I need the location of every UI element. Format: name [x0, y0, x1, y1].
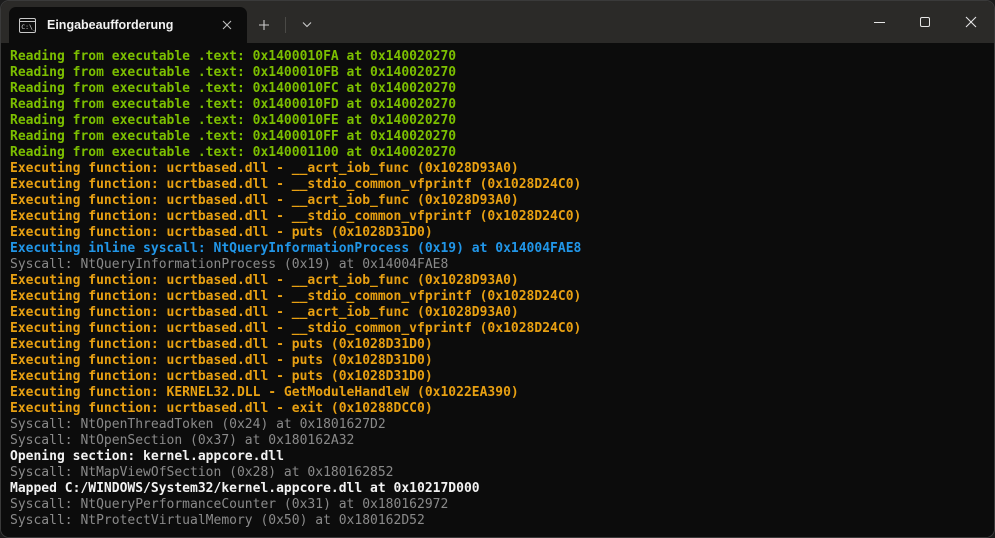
terminal-line: Syscall: NtOpenThreadToken (0x24) at 0x1…	[10, 417, 988, 433]
terminal-line: Executing function: ucrtbased.dll - __ac…	[10, 193, 988, 209]
terminal-line: Executing function: ucrtbased.dll - __st…	[10, 177, 988, 193]
terminal-line: Executing function: ucrtbased.dll - __st…	[10, 209, 988, 225]
minimize-button[interactable]	[856, 1, 902, 43]
terminal-line: Reading from executable .text: 0x1400011…	[10, 145, 988, 161]
terminal-line: Reading from executable .text: 0x1400010…	[10, 49, 988, 65]
terminal-line: Syscall: NtProtectVirtualMemory (0x50) a…	[10, 513, 988, 529]
terminal-line: Reading from executable .text: 0x1400010…	[10, 97, 988, 113]
terminal-line: Executing function: ucrtbased.dll - puts…	[10, 225, 988, 241]
terminal-output[interactable]: Reading from executable .text: 0x1400010…	[1, 43, 994, 538]
maximize-icon	[920, 17, 930, 27]
minimize-icon	[874, 22, 885, 23]
new-tab-button[interactable]	[247, 7, 281, 43]
terminal-line: Executing function: ucrtbased.dll - __ac…	[10, 273, 988, 289]
tab-strip-divider	[285, 17, 286, 33]
titlebar-drag-region[interactable]	[324, 1, 856, 43]
tab-eingabeaufforderung[interactable]: C:\_ Eingabeaufforderung	[9, 7, 247, 43]
terminal-line: Syscall: NtMapViewOfSection (0x28) at 0x…	[10, 465, 988, 481]
terminal-line: Syscall: NtOpenSection (0x37) at 0x18016…	[10, 433, 988, 449]
cmd-icon-text: C:\_	[21, 23, 36, 31]
close-button[interactable]	[948, 1, 994, 43]
terminal-line: Executing function: ucrtbased.dll - __st…	[10, 321, 988, 337]
cmd-prompt-icon: C:\_	[19, 18, 36, 33]
chevron-down-icon	[301, 21, 313, 29]
caption-buttons	[856, 1, 994, 43]
terminal-line: Executing function: ucrtbased.dll - puts…	[10, 337, 988, 353]
terminal-line: Opening section: kernel.appcore.dll	[10, 449, 988, 465]
tab-close-button[interactable]	[215, 13, 239, 37]
terminal-line: Reading from executable .text: 0x1400010…	[10, 113, 988, 129]
terminal-line: Executing function: ucrtbased.dll - puts…	[10, 353, 988, 369]
titlebar[interactable]: C:\_ Eingabeaufforderung	[1, 1, 994, 43]
terminal-line: Executing function: ucrtbased.dll - exit…	[10, 401, 988, 417]
terminal-window: C:\_ Eingabeaufforderung	[0, 0, 995, 538]
terminal-line: Executing function: ucrtbased.dll - __ac…	[10, 305, 988, 321]
terminal-line: Executing function: ucrtbased.dll - puts…	[10, 369, 988, 385]
terminal-line: Mapped C:/WINDOWS/System32/kernel.appcor…	[10, 481, 988, 497]
plus-icon	[258, 19, 270, 31]
terminal-line: Reading from executable .text: 0x1400010…	[10, 65, 988, 81]
terminal-line: Executing function: ucrtbased.dll - __ac…	[10, 161, 988, 177]
terminal-line: Reading from executable .text: 0x1400010…	[10, 81, 988, 97]
maximize-button[interactable]	[902, 1, 948, 43]
terminal-line: Reading from executable .text: 0x1400010…	[10, 129, 988, 145]
close-icon	[222, 20, 232, 30]
terminal-line: Syscall: NtQueryPerformanceCounter (0x31…	[10, 497, 988, 513]
terminal-line: Executing inline syscall: NtQueryInforma…	[10, 241, 988, 257]
tab-title: Eingabeaufforderung	[47, 18, 215, 32]
close-icon	[965, 16, 977, 28]
terminal-line: Executing function: ucrtbased.dll - __st…	[10, 289, 988, 305]
tab-dropdown-button[interactable]	[290, 7, 324, 43]
terminal-line: Executing function: KERNEL32.DLL - GetMo…	[10, 385, 988, 401]
terminal-line: Syscall: NtQueryInformationProcess (0x19…	[10, 257, 988, 273]
